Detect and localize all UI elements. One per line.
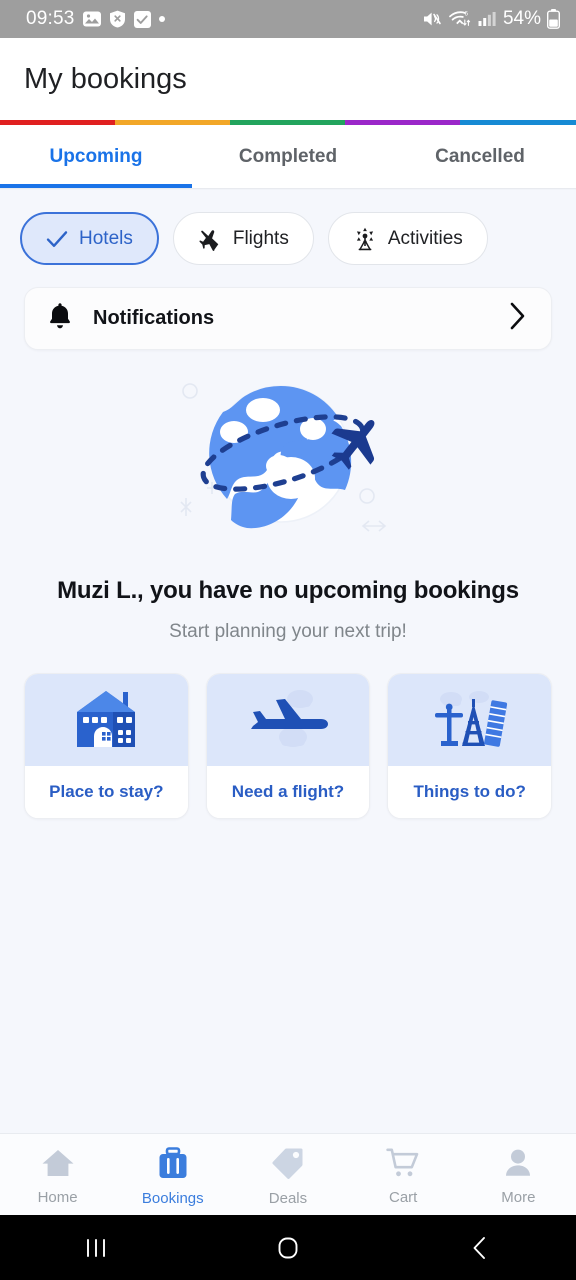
chip-flights-label: Flights [232, 227, 289, 249]
bell-icon [47, 302, 73, 335]
chip-flights[interactable]: Flights [172, 212, 314, 265]
main-content: Hotels Flights Activities Notifications … [0, 190, 576, 1133]
takeoff-plane-icon [243, 687, 333, 754]
person-icon [503, 1148, 533, 1182]
battery-percent-label: 54% [502, 8, 541, 29]
nav-item-deals[interactable]: Deals [242, 1147, 334, 1207]
tab-upcoming[interactable]: Upcoming [0, 125, 192, 188]
status-bar-right: 6 54% [422, 8, 560, 30]
check-icon [46, 230, 68, 248]
empty-state-illustration-wrap [0, 350, 576, 563]
android-navigation-bar [0, 1215, 576, 1280]
status-bar-clock: 09:53 [26, 8, 75, 29]
booking-tabs: Upcoming Completed Cancelled [0, 125, 576, 188]
landmarks-icon [427, 687, 513, 754]
notifications-row[interactable]: Notifications [24, 287, 552, 350]
tag-icon [272, 1147, 304, 1183]
recents-button[interactable] [36, 1215, 156, 1280]
nav-item-cart[interactable]: Cart [357, 1148, 449, 1206]
nav-item-home[interactable]: Home [12, 1148, 104, 1206]
tab-cancelled-label: Cancelled [435, 145, 525, 167]
card-need-a-flight-label: Need a flight? [231, 782, 345, 801]
phone-screen: 09:53 6 54% My bookings Upcoming Complet… [0, 0, 576, 1280]
nav-item-more[interactable]: More [472, 1148, 564, 1206]
tab-completed[interactable]: Completed [192, 125, 384, 188]
category-filter-chips: Hotels Flights Activities [0, 190, 576, 265]
globe-airplane-illustration [163, 374, 413, 559]
wifi-icon: 6 [448, 10, 472, 28]
card-need-a-flight[interactable]: Need a flight? [205, 673, 371, 819]
cart-icon [386, 1148, 420, 1182]
card-place-to-stay-art [25, 674, 188, 766]
airplane-icon [198, 227, 222, 251]
nav-item-bookings-label: Bookings [141, 1189, 204, 1207]
suitcase-icon [157, 1146, 189, 1183]
back-button[interactable] [420, 1215, 540, 1280]
android-status-bar: 09:53 6 54% [0, 0, 576, 38]
dot-icon [158, 16, 165, 22]
house-icon [69, 688, 143, 753]
card-place-to-stay[interactable]: Place to stay? [24, 673, 189, 819]
chip-activities[interactable]: Activities [327, 212, 488, 265]
signal-icon [478, 10, 497, 28]
home-icon [41, 1148, 75, 1182]
chip-hotels-label: Hotels [79, 227, 133, 249]
mute-icon [422, 10, 442, 28]
notifications-section: Notifications [0, 265, 576, 350]
status-bar-left: 09:53 [26, 8, 165, 30]
chip-hotels[interactable]: Hotels [20, 212, 159, 265]
app-header: My bookings [0, 38, 576, 120]
empty-state-subhead: Start planning your next trip! [169, 621, 407, 642]
page-title: My bookings [24, 62, 187, 95]
card-need-a-flight-art [206, 674, 370, 766]
card-things-to-do-art [388, 674, 552, 766]
notifications-label: Notifications [93, 307, 215, 329]
home-button[interactable] [228, 1215, 348, 1280]
ferris-wheel-icon [353, 227, 377, 251]
tab-completed-label: Completed [238, 145, 338, 167]
tab-cancelled[interactable]: Cancelled [384, 125, 576, 188]
nav-item-home-label: Home [37, 1188, 78, 1206]
card-things-to-do-label-wrap: Things to do? [388, 766, 552, 818]
battery-icon [547, 9, 560, 29]
empty-state-headline: Muzi L., you have no upcoming bookings [57, 577, 519, 604]
card-things-to-do[interactable]: Things to do? [387, 673, 553, 819]
nav-item-deals-label: Deals [268, 1189, 308, 1207]
bottom-navigation: Home Bookings Deals Cart More [0, 1133, 576, 1215]
photo-icon [82, 10, 101, 28]
card-things-to-do-label: Things to do? [413, 782, 526, 801]
card-need-a-flight-label-wrap: Need a flight? [206, 766, 370, 818]
tab-upcoming-label: Upcoming [49, 145, 143, 167]
checkbox-icon [133, 10, 151, 28]
shield-x-icon [109, 10, 126, 28]
card-place-to-stay-label: Place to stay? [49, 782, 164, 801]
chevron-right-icon [507, 301, 529, 336]
card-place-to-stay-label-wrap: Place to stay? [25, 766, 188, 818]
chip-activities-label: Activities [387, 227, 463, 249]
nav-item-cart-label: Cart [388, 1188, 418, 1206]
nav-item-bookings[interactable]: Bookings [127, 1146, 219, 1207]
svg-text:6: 6 [464, 11, 468, 18]
nav-item-more-label: More [501, 1188, 536, 1206]
suggestion-cards: Place to stay? Need a flight? Things to … [0, 643, 576, 819]
